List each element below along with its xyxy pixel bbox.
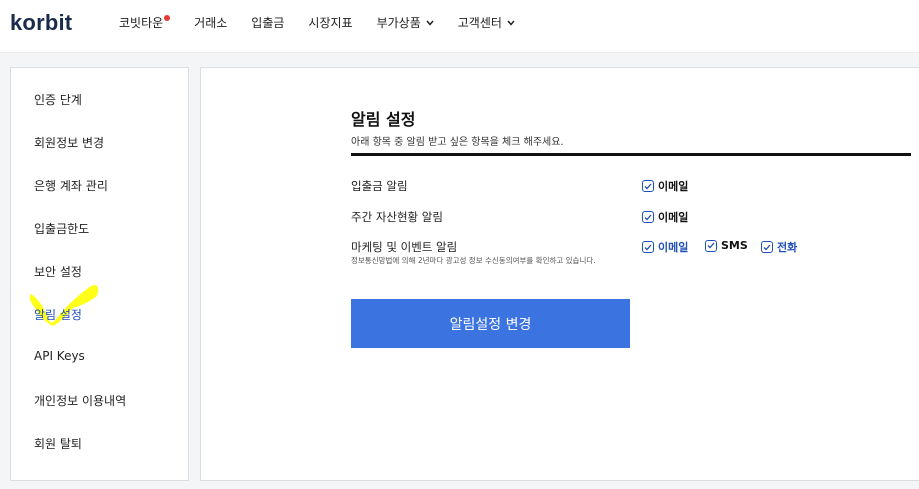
- nav-item-deposit-withdraw[interactable]: 입출금: [251, 14, 284, 31]
- nav-label: 거래소: [194, 16, 228, 30]
- row-label-marketing: 마케팅 및 이벤트 알림: [351, 240, 458, 254]
- chevron-down-icon: [426, 20, 434, 26]
- marketing-phone-checkbox[interactable]: 전화: [761, 239, 797, 255]
- sidebar-item-verification-level[interactable]: 인증 단계: [34, 91, 82, 108]
- marketing-email-checkbox[interactable]: 이메일: [642, 239, 688, 255]
- nav-item-market-index[interactable]: 시장지표: [308, 14, 352, 31]
- sidebar-item-member-info[interactable]: 회원정보 변경: [34, 134, 104, 151]
- row-label-deposit-withdraw: 입출금 알림: [351, 179, 408, 193]
- sidebar-item-security[interactable]: 보안 설정: [34, 263, 82, 280]
- page-title: 알림 설정: [351, 110, 416, 129]
- checkbox-checked-icon: [642, 211, 654, 223]
- notification-settings-panel: 알림 설정 아래 항목 중 알림 받고 싶은 항목을 체크 해주세요. 입출금 …: [200, 67, 919, 481]
- nav-item-additional-products[interactable]: 부가상품: [377, 14, 434, 31]
- option-label: 이메일: [658, 241, 689, 254]
- sidebar-item-bank-account[interactable]: 은행 계좌 관리: [34, 177, 108, 194]
- deposit-email-checkbox[interactable]: 이메일: [642, 178, 688, 194]
- row-label-weekly-assets: 주간 자산현황 알림: [351, 210, 443, 224]
- save-notification-settings-button[interactable]: 알림설정 변경: [351, 299, 630, 348]
- korbit-logo[interactable]: korbit: [10, 10, 72, 36]
- page-subtitle: 아래 항목 중 알림 받고 싶은 항목을 체크 해주세요.: [351, 137, 564, 148]
- nav-label: 고객센터: [457, 16, 502, 30]
- main-nav: 코빗타운 거래소 입출금 시장지표 부가상품 고객센터: [119, 14, 539, 31]
- option-label: 이메일: [658, 211, 689, 224]
- option-label: 전화: [777, 241, 798, 254]
- nav-label: 부가상품: [376, 16, 421, 30]
- weekly-email-checkbox[interactable]: 이메일: [642, 209, 688, 225]
- nav-item-exchange[interactable]: 거래소: [194, 14, 227, 31]
- checkbox-checked-icon: [761, 241, 773, 253]
- option-label: SMS: [721, 239, 748, 252]
- nav-label: 코빗타운: [119, 16, 164, 30]
- checkbox-checked-icon: [642, 180, 654, 192]
- title-divider: [351, 153, 911, 156]
- sidebar-item-notifications[interactable]: 알림 설정: [34, 306, 82, 323]
- sidebar-item-deposit-limit[interactable]: 입출금한도: [34, 220, 89, 237]
- checkbox-checked-icon: [642, 241, 654, 253]
- marketing-consent-note: 정보통신망법에 의해 2년마다 광고성 정보 수신동의여부를 확인하고 있습니다…: [351, 256, 596, 265]
- settings-sidebar: 인증 단계 회원정보 변경 은행 계좌 관리 입출금한도 보안 설정 알림 설정…: [10, 67, 189, 481]
- option-label: 이메일: [658, 180, 689, 193]
- sidebar-item-privacy-history[interactable]: 개인정보 이용내역: [34, 392, 126, 409]
- chevron-down-icon: [507, 20, 515, 26]
- top-header: korbit 코빗타운 거래소 입출금 시장지표 부가상품 고객센터: [0, 0, 919, 53]
- notification-dot-icon: [164, 14, 171, 21]
- marketing-sms-checkbox[interactable]: SMS: [705, 239, 748, 252]
- nav-label: 입출금: [251, 16, 285, 30]
- nav-item-customer-center[interactable]: 고객센터: [458, 14, 515, 31]
- nav-label: 시장지표: [308, 16, 353, 30]
- sidebar-item-api-keys[interactable]: API Keys: [34, 349, 85, 363]
- nav-item-korbit-town[interactable]: 코빗타운: [119, 14, 171, 31]
- sidebar-item-withdraw-membership[interactable]: 회원 탈퇴: [34, 435, 82, 452]
- checkbox-checked-icon: [705, 239, 717, 252]
